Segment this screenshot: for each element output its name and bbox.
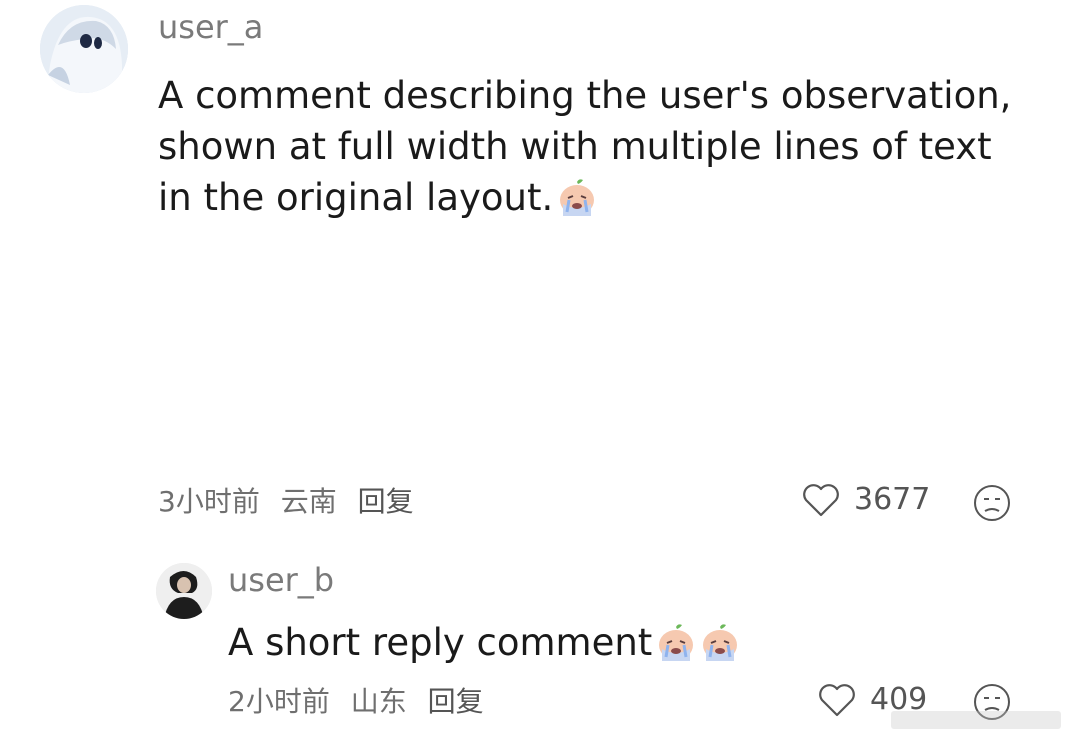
comment-location: 云南 [280, 485, 337, 518]
user-avatar[interactable] [40, 5, 128, 93]
heart-icon [803, 483, 839, 516]
unhappy-face-icon [974, 485, 1010, 521]
comment-text: A short reply comment [228, 617, 1008, 668]
like-button[interactable]: 3677 [802, 482, 930, 517]
comment-location: 山东 [350, 685, 407, 718]
heart-icon [819, 683, 855, 716]
crying-peach-sticker-icon [557, 178, 597, 218]
user-avatar[interactable] [156, 563, 212, 619]
anime-girl-avatar-icon [40, 5, 128, 93]
watermark [891, 707, 1061, 733]
like-count: 3677 [854, 482, 931, 517]
username[interactable]: user_a [158, 8, 263, 46]
username[interactable]: user_b [228, 561, 334, 599]
comment-time: 3小时前 [158, 485, 260, 518]
dislike-button[interactable] [972, 483, 1012, 527]
crying-peach-sticker-icon [656, 623, 696, 663]
comment-time: 2小时前 [228, 685, 330, 718]
comment-item: user_a A comment describing the user's o… [0, 0, 1069, 540]
reply-button[interactable]: 回复 [358, 485, 414, 518]
person-photo-avatar-icon [156, 563, 212, 619]
comment-text: A comment describing the user's observat… [158, 74, 1012, 219]
comment-meta: 2小时前 山东 回复 [228, 680, 496, 720]
crying-peach-sticker-icon [700, 623, 740, 663]
comment-meta: 3小时前 云南 回复 [158, 480, 426, 520]
reply-button[interactable]: 回复 [428, 685, 484, 718]
